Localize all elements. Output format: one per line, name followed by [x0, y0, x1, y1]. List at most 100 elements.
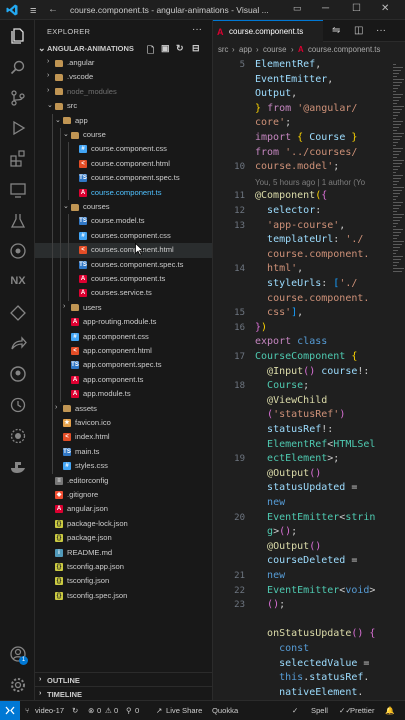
live-share-label[interactable]: Live Share — [166, 706, 202, 715]
code-token: EventEmitter — [267, 511, 340, 523]
remote-explorer-icon[interactable] — [8, 180, 28, 200]
maximize-icon[interactable]: ☐ — [352, 3, 361, 14]
close-icon[interactable]: ✕ — [381, 3, 389, 14]
refresh-icon[interactable]: ↻ — [176, 43, 184, 54]
minimap-line — [393, 136, 402, 137]
layout-toggle-icon[interactable]: ▭ — [293, 3, 302, 14]
branch-name[interactable]: video-17 — [35, 706, 64, 715]
tree-folder[interactable]: › .angular — [35, 56, 212, 70]
warning-count[interactable]: 0 — [114, 706, 118, 715]
explorer-icon[interactable] — [8, 26, 28, 46]
project-header[interactable]: ⌄ ANGULAR-ANIMATIONS 🗋 ▣ ↻ ⊟ — [35, 42, 212, 56]
tree-file[interactable]: < app.component.html — [35, 344, 212, 359]
error-count[interactable]: 0 — [97, 706, 101, 715]
tree-file[interactable]: i README.md — [35, 546, 212, 560]
ellipsis-icon[interactable]: ··· — [192, 24, 202, 35]
source-control-icon[interactable] — [8, 88, 28, 108]
minimap-line — [393, 160, 404, 161]
git-blame-annotation[interactable]: You, 5 hours ago | 1 author (Yo — [255, 178, 365, 187]
tree-file[interactable]: # styles.css — [35, 459, 212, 474]
split-editor-icon[interactable]: ◫ — [354, 25, 363, 36]
sync-icon[interactable]: ↻ — [72, 706, 78, 715]
minimap-line — [393, 244, 402, 245]
more-actions-icon[interactable]: ··· — [376, 25, 386, 36]
tree-folder[interactable]: ⌄ app — [35, 113, 212, 128]
breadcrumb-item[interactable]: src — [218, 45, 228, 54]
indent-guide — [52, 214, 53, 229]
tab-course-component-ts[interactable]: A course.component.ts — [213, 20, 323, 42]
git-graph-icon[interactable] — [8, 303, 28, 323]
tree-file[interactable]: TS app.component.spec.ts — [35, 358, 212, 373]
tree-folder[interactable]: › assets — [35, 401, 212, 416]
compare-icon[interactable]: ⇋ — [332, 25, 340, 36]
tree-folder[interactable]: › users — [35, 300, 212, 316]
tree-file[interactable]: TS course.model.ts — [35, 214, 212, 229]
tree-file[interactable]: {} tsconfig.app.json — [35, 560, 212, 574]
tree-file[interactable]: Acourses.component.ts — [35, 272, 212, 287]
tree-file[interactable]: # app.component.css — [35, 329, 212, 344]
code-view[interactable]: ElementRef, EventEmitter, Output,} from '@… — [255, 58, 390, 698]
remote-icon[interactable] — [0, 701, 20, 720]
tree-folder[interactable]: › .vscode — [35, 70, 212, 84]
tree-file[interactable]: Aapp.module.ts — [35, 387, 212, 402]
tree-folder[interactable]: ⌄ src — [35, 99, 212, 113]
settings-sync-icon[interactable] — [8, 426, 28, 446]
tree-file[interactable]: < course.component.html — [35, 156, 212, 172]
breadcrumb-item[interactable]: app — [239, 45, 252, 54]
collapse-all-icon[interactable]: ⊟ — [192, 43, 200, 54]
tree-folder[interactable]: ⌄ course — [35, 128, 212, 143]
run-debug-icon[interactable] — [8, 118, 28, 138]
breadcrumb-item[interactable]: course — [263, 45, 286, 54]
nx-icon[interactable]: NX — [8, 271, 28, 291]
tree-file[interactable]: Acourses.service.ts — [35, 286, 212, 301]
kubernetes-icon[interactable] — [8, 456, 28, 476]
breadcrumb-item[interactable]: course.component.ts — [308, 45, 380, 54]
tree-file[interactable]: {} tsconfig.spec.json — [35, 589, 212, 603]
docker-icon[interactable] — [8, 241, 28, 261]
bell-icon[interactable]: 🔔 — [385, 706, 394, 715]
extensions-icon[interactable] — [8, 148, 28, 168]
code-token: CourseComponent — [255, 351, 346, 362]
new-folder-icon[interactable]: ▣ — [161, 43, 170, 54]
search-icon[interactable] — [8, 58, 28, 78]
hamburger-menu-icon[interactable]: ≡ — [30, 5, 36, 17]
spell-label[interactable]: Spell — [311, 706, 328, 715]
tree-file[interactable]: Aapp.component.ts — [35, 372, 212, 388]
tree-file[interactable]: < index.html — [35, 430, 212, 445]
tree-item-label: package.json — [67, 533, 112, 543]
tree-file[interactable]: # courses.component.css — [35, 228, 212, 244]
tree-file[interactable]: Acourse.component.ts — [35, 185, 212, 200]
tree-file[interactable]: Aangular.json — [35, 502, 212, 516]
testing-icon[interactable] — [8, 211, 28, 231]
tree-folder[interactable]: ⌄ courses — [35, 200, 212, 215]
tree-file[interactable]: < courses.component.html — [35, 243, 212, 258]
tree-file[interactable]: Aapp-routing.module.ts — [35, 315, 212, 330]
quokka-label[interactable]: Quokka — [212, 706, 238, 715]
arrow-left-icon[interactable]: ← — [48, 4, 58, 15]
tree-item-label: course.component.html — [91, 158, 170, 168]
tree-file[interactable]: {} package.json — [35, 531, 212, 545]
timeline-icon[interactable] — [8, 395, 28, 415]
tree-file[interactable]: ◆ .gitignore — [35, 488, 212, 502]
live-share-icon[interactable] — [8, 334, 28, 354]
ports-count[interactable]: 0 — [135, 706, 139, 715]
timeline-section[interactable]: › TIMELINE — [35, 686, 212, 700]
github-icon[interactable] — [8, 364, 28, 384]
tree-file[interactable]: ≡ .editorconfig — [35, 474, 212, 488]
tree-file[interactable]: TS course.component.spec.ts — [35, 171, 212, 186]
minimize-icon[interactable]: ─ — [322, 3, 329, 14]
tree-file[interactable]: TS main.ts — [35, 444, 212, 460]
outline-section[interactable]: › OUTLINE — [35, 672, 212, 686]
tree-file[interactable]: TS courses.component.spec.ts — [35, 257, 212, 272]
tree-file[interactable]: # course.component.css — [35, 142, 212, 157]
tree-file[interactable]: ★ favicon.ico — [35, 416, 212, 431]
prettier-label[interactable]: Prettier — [350, 706, 374, 715]
tree-folder[interactable]: › node_modules — [35, 85, 212, 99]
tree-file[interactable]: {} tsconfig.json — [35, 574, 212, 588]
minimap-line — [393, 271, 402, 272]
gear-icon[interactable] — [8, 675, 28, 695]
minimap[interactable] — [392, 58, 405, 698]
tree-file[interactable]: {} package-lock.json — [35, 517, 212, 531]
